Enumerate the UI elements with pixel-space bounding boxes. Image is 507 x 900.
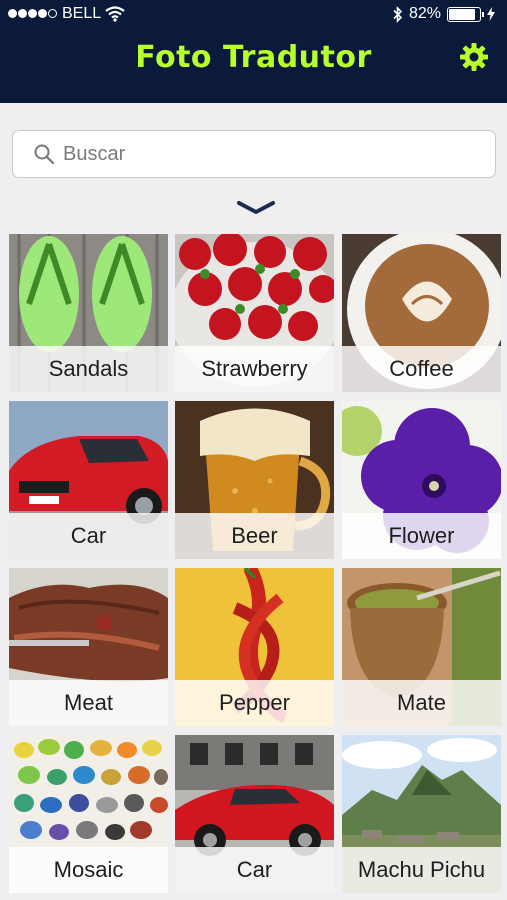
category-tile-strawberry[interactable]: Strawberry	[175, 234, 334, 392]
category-tile-sandals[interactable]: Sandals	[9, 234, 168, 392]
category-tile-pepper[interactable]: Pepper	[175, 568, 334, 726]
category-label: Car	[175, 847, 334, 893]
category-tile-coffee[interactable]: Coffee	[342, 234, 501, 392]
search-icon	[34, 144, 55, 165]
category-label: Strawberry	[175, 346, 334, 392]
category-tile-flower[interactable]: Flower	[342, 401, 501, 559]
category-label: Mosaic	[9, 847, 168, 893]
category-label: Meat	[9, 680, 168, 726]
gear-icon[interactable]	[459, 42, 489, 72]
category-grid: Sandals Strawberry Coffee Car Beer Flowe…	[9, 234, 501, 900]
app-title: Foto Tradutor	[135, 40, 372, 75]
category-tile-mate[interactable]: Mate	[342, 568, 501, 726]
category-label: Coffee	[342, 346, 501, 392]
status-bar: BELL 82%	[0, 0, 507, 30]
category-tile-meat[interactable]: Meat	[9, 568, 168, 726]
chevron-down-icon[interactable]	[236, 200, 276, 216]
wifi-icon	[105, 6, 125, 22]
category-label: Sandals	[9, 346, 168, 392]
signal-dots-icon	[8, 5, 58, 23]
category-label: Machu Pichu	[342, 847, 501, 893]
search-input[interactable]	[63, 142, 463, 166]
category-tile-machu-pichu[interactable]: Machu Pichu	[342, 735, 501, 893]
category-tile-beer[interactable]: Beer	[175, 401, 334, 559]
category-label: Flower	[342, 513, 501, 559]
battery-icon	[447, 6, 484, 22]
category-label: Pepper	[175, 680, 334, 726]
charging-bolt-icon	[487, 7, 495, 21]
bluetooth-icon	[393, 5, 403, 23]
carrier-name: BELL	[62, 5, 102, 22]
category-tile-car-2[interactable]: Car	[175, 735, 334, 893]
category-label: Mate	[342, 680, 501, 726]
search-bar[interactable]	[12, 130, 496, 178]
category-label: Car	[9, 513, 168, 559]
category-tile-mosaic[interactable]: Mosaic	[9, 735, 168, 893]
battery-percent: 82%	[408, 5, 441, 22]
category-label: Beer	[175, 513, 334, 559]
app-header: BELL 82% Foto Tradutor	[0, 0, 507, 103]
category-tile-car[interactable]: Car	[9, 401, 168, 559]
